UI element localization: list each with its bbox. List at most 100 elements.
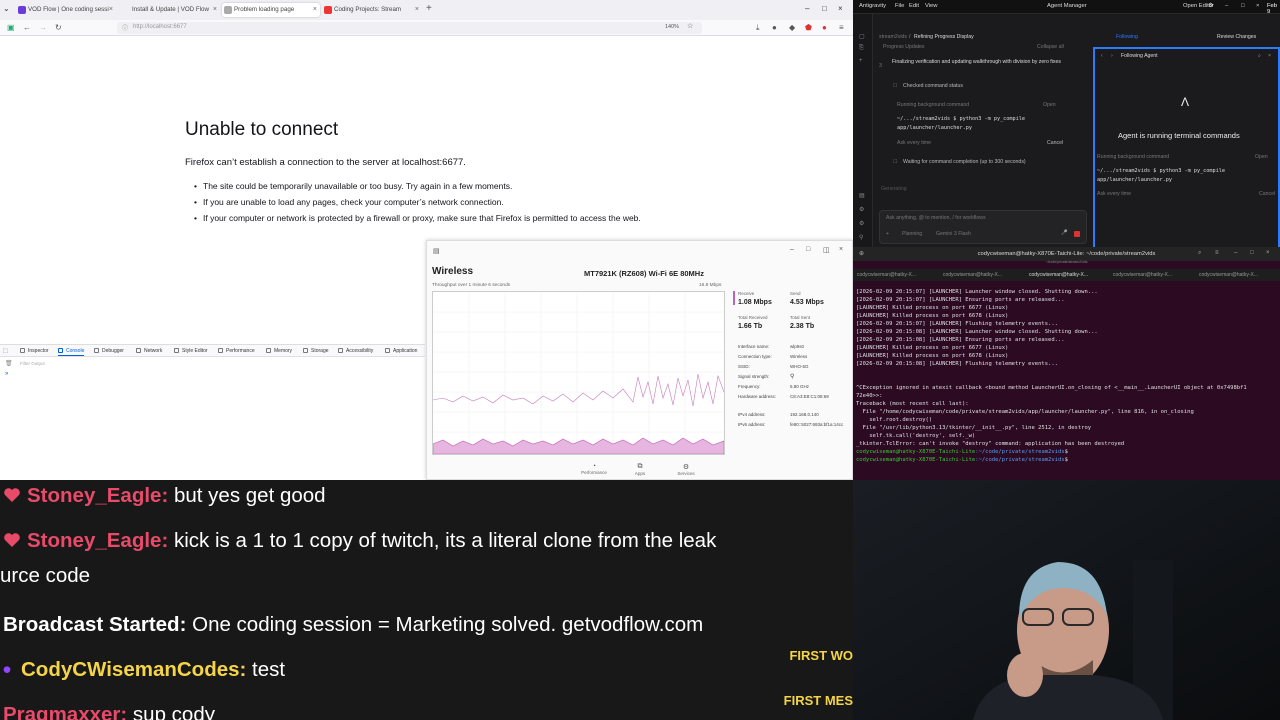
nav-services[interactable]: ⚙ Services — [671, 463, 701, 476]
open-button[interactable]: Open — [1043, 102, 1056, 108]
restore-icon[interactable]: ◫ — [823, 246, 830, 254]
maximize-icon[interactable]: □ — [1250, 250, 1254, 256]
nav-apps[interactable]: ⧉ Apps — [625, 463, 655, 476]
tab-strip: VOD Flow | One coding sessi × Install & U… — [0, 0, 853, 20]
mic-icon[interactable]: 🎤 — [1061, 230, 1067, 236]
minimize-icon[interactable]: – — [1225, 3, 1228, 9]
maximize-icon[interactable]: □ — [822, 4, 827, 14]
nav-performance[interactable]: ◔ Performance — [579, 463, 609, 475]
ublock-icon[interactable]: ⬟ — [805, 23, 812, 33]
chat-input-box[interactable]: Ask anything, @ to mention, / for workfl… — [879, 210, 1087, 244]
bookmark-star-icon[interactable]: ☆ — [687, 22, 693, 30]
minimize-icon[interactable]: – — [1234, 250, 1237, 256]
menu-edit[interactable]: Edit — [909, 3, 919, 9]
model-select[interactable]: Gemini 3 Flash — [936, 231, 971, 237]
console-filter-input[interactable]: Filter Output — [20, 361, 45, 366]
open-button[interactable]: Open — [1255, 154, 1268, 160]
search-icon[interactable]: ⌕ — [1258, 53, 1261, 60]
search-icon[interactable]: ⌕ — [1198, 250, 1201, 257]
close-icon[interactable]: × — [1256, 3, 1259, 9]
nav-bar: ▣ ← → ↻ ⓘ http://localhost:6677 140% ☆ ⤓… — [0, 20, 853, 36]
agents-icon[interactable]: ▢ — [859, 33, 865, 40]
menu-file[interactable]: File — [895, 3, 904, 9]
history-icon[interactable]: ⎘ — [859, 45, 864, 52]
tabs-list-icon[interactable]: ⌄ — [3, 4, 10, 14]
reload-icon[interactable]: ↻ — [55, 23, 62, 33]
close-icon[interactable]: × — [839, 246, 843, 253]
chat-username[interactable]: CodyCWisemanCodes — [21, 658, 240, 681]
mode-select[interactable]: Planning — [902, 231, 922, 237]
docs-icon[interactable]: ▤ — [859, 192, 865, 199]
menu-icon[interactable]: ≡ — [1215, 250, 1219, 256]
collapse-all-button[interactable]: Collapse all — [1037, 44, 1064, 50]
tab-network[interactable]: Network — [136, 347, 162, 355]
settings-icon[interactable]: ⚙ — [1208, 3, 1213, 9]
tab-inspector[interactable]: Inspector — [20, 347, 49, 355]
back-icon[interactable]: ‹ — [1101, 53, 1103, 59]
sidebar-toggle-icon[interactable]: ▤ — [433, 247, 440, 255]
close-icon[interactable]: × — [213, 3, 217, 17]
following-toggle[interactable]: Following — [1116, 34, 1138, 40]
chat-username[interactable]: Stoney_Eagle — [27, 484, 161, 507]
tab-console[interactable]: Console — [58, 347, 85, 356]
tab-vodflow[interactable]: VOD Flow | One coding sessi × — [16, 3, 116, 17]
stop-icon[interactable] — [1074, 231, 1080, 237]
add-context-icon[interactable]: + — [886, 231, 889, 237]
tab-problem[interactable]: Problem loading page × — [222, 3, 320, 17]
terminal-tab[interactable]: codycwiseman@hatky-X... — [1029, 272, 1088, 278]
new-tab-icon[interactable]: + — [426, 3, 432, 15]
minimize-icon[interactable]: – — [790, 246, 794, 253]
tab-install[interactable]: Install & Update | VOD Flow × — [120, 3, 220, 17]
tab-application[interactable]: Application — [385, 347, 417, 355]
forward-icon[interactable]: → — [39, 23, 47, 33]
terminal-tab[interactable]: codycwiseman@hatky-X... — [857, 272, 916, 278]
sidebar-icon[interactable]: ▣ — [7, 23, 15, 33]
extension-icon[interactable]: ◆ — [789, 23, 795, 33]
cancel-button[interactable]: Cancel — [1047, 140, 1063, 146]
download-icon[interactable]: ⤓ — [756, 23, 760, 33]
tab-accessibility[interactable]: Accessibility — [338, 347, 373, 355]
review-changes-button[interactable]: Review Changes — [1217, 34, 1256, 40]
menu-app[interactable]: Antigravity — [859, 3, 886, 9]
breadcrumb[interactable]: stream2vids — [879, 34, 907, 40]
url-bar[interactable]: ⓘ http://localhost:6677 140% ☆ — [117, 22, 702, 34]
tab-storage[interactable]: Storage — [303, 347, 329, 355]
tab-style-editor[interactable]: Style Editor — [174, 347, 208, 355]
extension-icon[interactable]: ● — [822, 23, 827, 33]
extensions-icon[interactable]: ⚙ — [859, 206, 864, 213]
trash-icon[interactable]: 🗑 — [5, 360, 13, 367]
terminal-tab[interactable]: codycwiseman@hatky-X... — [1113, 272, 1172, 278]
add-icon[interactable]: + — [859, 58, 863, 64]
settings-icon[interactable]: ⚙ — [859, 220, 864, 227]
maximize-icon[interactable]: □ — [1241, 3, 1245, 9]
forward-icon[interactable]: › — [1111, 53, 1113, 59]
account-icon[interactable]: ⚲ — [859, 234, 863, 241]
menu-icon[interactable]: ≡ — [839, 23, 844, 33]
extension-icon[interactable]: ● — [772, 23, 777, 33]
close-icon[interactable]: × — [313, 3, 317, 17]
tab-performance[interactable]: Performance — [218, 347, 255, 355]
minimize-icon[interactable]: – — [805, 4, 809, 14]
menu-view[interactable]: View — [925, 3, 937, 9]
maximize-icon[interactable]: □ — [806, 246, 810, 253]
cancel-button[interactable]: Cancel — [1259, 191, 1275, 197]
close-icon[interactable]: × — [1266, 250, 1270, 256]
close-window-icon[interactable]: × — [838, 4, 843, 14]
terminal-tab[interactable]: codycwiseman@hatky-X... — [943, 272, 1002, 278]
chat-username[interactable]: Stoney_Eagle — [27, 529, 161, 552]
terminal-output[interactable]: [2026-02-09 20:15:07] [LAUNCHER] Launche… — [856, 288, 1280, 464]
close-icon[interactable]: × — [1268, 53, 1271, 59]
close-icon[interactable]: × — [109, 3, 113, 17]
terminal-tab[interactable]: codycwiseman@hatky-X... — [1199, 272, 1258, 278]
ask-every-time-select[interactable]: Ask every time — [897, 140, 931, 146]
tab-memory[interactable]: Memory — [266, 347, 292, 355]
tab-debugger[interactable]: Debugger — [94, 347, 124, 355]
new-tab-icon[interactable]: ⊕ — [859, 250, 864, 257]
zoom-level[interactable]: 140% — [665, 24, 679, 30]
close-icon[interactable]: × — [415, 3, 419, 17]
pick-element-icon[interactable]: ⬚ — [3, 347, 8, 355]
chat-username[interactable]: Pragmaxxer — [3, 703, 120, 720]
back-icon[interactable]: ← — [23, 23, 31, 33]
ask-every-time-select[interactable]: Ask every time — [1097, 191, 1131, 197]
tab-coding[interactable]: Coding Projects: Stream × — [322, 3, 422, 17]
